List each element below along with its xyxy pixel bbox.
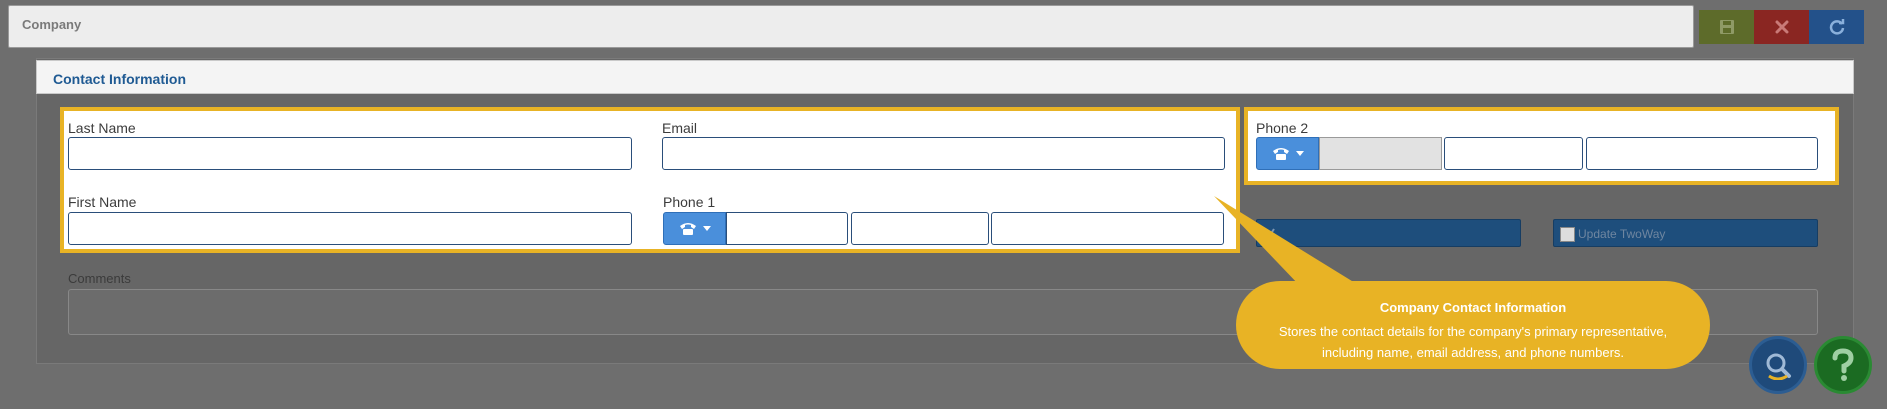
cancel-button[interactable] — [1754, 10, 1809, 44]
email-label: Email — [662, 120, 698, 136]
phone1-label: Phone 1 — [663, 194, 716, 210]
page-title: Company — [22, 17, 82, 32]
comments-label: Comments — [68, 271, 131, 286]
phone2-number-input[interactable] — [1444, 137, 1583, 170]
phone1-extension-input[interactable] — [991, 212, 1224, 245]
email-input[interactable] — [662, 137, 1225, 170]
help-fab-button[interactable] — [1814, 336, 1872, 394]
floppy-disk-icon — [1719, 20, 1734, 34]
phone2-extension-input[interactable] — [1586, 137, 1818, 170]
chevron-down-icon — [1295, 151, 1304, 156]
refresh-icon — [1829, 19, 1844, 35]
question-mark-icon — [1832, 348, 1854, 381]
telephone-icon — [679, 222, 696, 235]
telephone-icon — [1272, 147, 1289, 160]
update-twoway-label: Update TwoWay — [1578, 227, 1666, 241]
refresh-button[interactable] — [1809, 10, 1864, 44]
phone2-area-code-input[interactable] — [1319, 137, 1442, 170]
callout-body: Stores the contact details for the compa… — [1278, 324, 1668, 360]
search-icon — [1766, 353, 1791, 380]
phone1-area-code-input[interactable] — [726, 212, 848, 245]
phone2-type-dropdown[interactable] — [1256, 137, 1319, 170]
section-title: Contact Information — [53, 71, 186, 87]
phone1-number-input[interactable] — [851, 212, 989, 245]
first-name-input[interactable] — [68, 212, 632, 245]
first-name-label: First Name — [68, 194, 137, 210]
last-name-input[interactable] — [68, 137, 632, 170]
phone1-type-dropdown[interactable] — [663, 212, 726, 245]
callout-pointer — [1214, 196, 1360, 286]
tutorial-callout: Company Contact Information Stores the c… — [1236, 281, 1710, 369]
last-name-label: Last Name — [68, 120, 136, 136]
page-header — [8, 5, 1694, 48]
section-header — [36, 60, 1854, 94]
search-fab-button[interactable] — [1749, 336, 1807, 394]
update-twoway-checkbox[interactable] — [1560, 227, 1575, 242]
close-icon — [1775, 20, 1788, 34]
callout-title: Company Contact Information — [1379, 300, 1567, 315]
chevron-down-icon — [702, 226, 711, 231]
save-button[interactable] — [1699, 10, 1754, 44]
phone2-label: Phone 2 — [1256, 120, 1309, 136]
update-twoway-button[interactable]: Update TwoWay — [1553, 219, 1818, 247]
